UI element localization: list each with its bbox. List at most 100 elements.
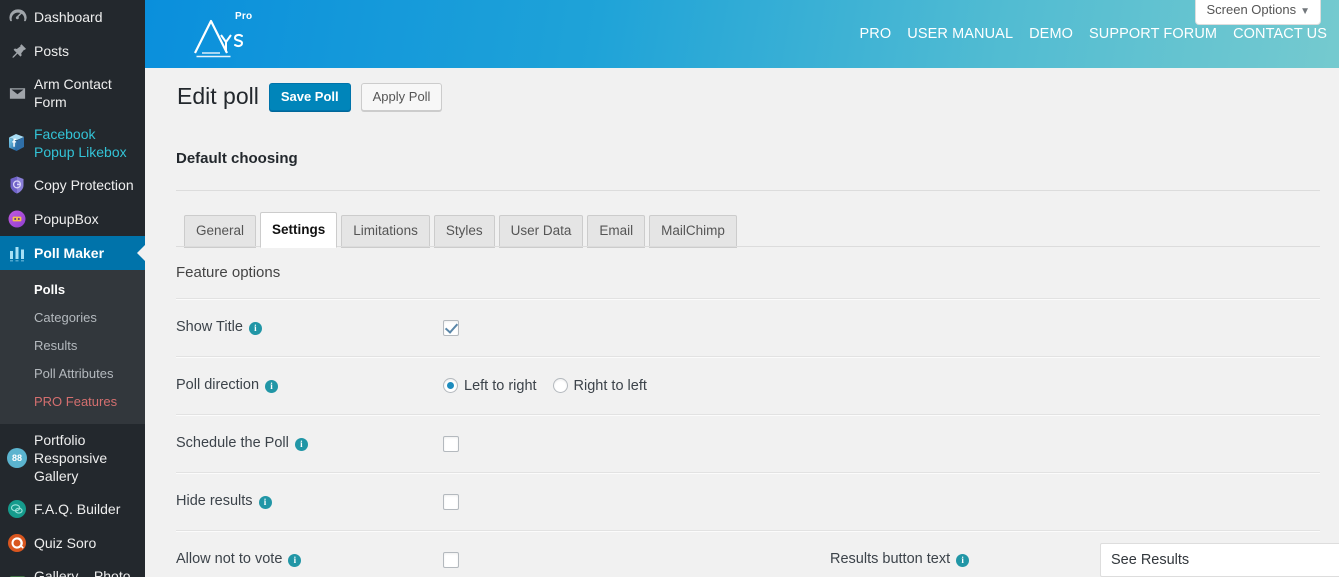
popupbox-icon <box>0 209 34 229</box>
banner-nav: PRO USER MANUAL DEMO SUPPORT FORUM CONTA… <box>860 26 1327 42</box>
sidebar-item-label: Poll Maker <box>34 245 105 261</box>
portfolio-icon: 88 <box>0 448 34 468</box>
heading-divider <box>176 190 1320 191</box>
option-row-schedule-poll: Schedule the Poll i <box>176 414 1320 472</box>
tab-email[interactable]: Email <box>587 215 646 248</box>
info-icon[interactable]: i <box>288 554 302 567</box>
option-row-allow-not-to-vote: Allow not to vote i Results button text … <box>176 530 1339 577</box>
submenu-item-pro-features[interactable]: PRO Features <box>0 388 145 416</box>
radio-right-to-left[interactable]: Right to left <box>552 377 647 394</box>
banner-nav-demo[interactable]: DEMO <box>1029 26 1073 42</box>
quiz-icon <box>0 533 34 553</box>
save-poll-button[interactable]: Save Poll <box>268 82 351 111</box>
results-button-text-input[interactable] <box>1100 543 1339 577</box>
logo-pro-badge: Pro <box>235 11 253 22</box>
sidebar-item-label: Gallery – Photo Gallery <box>34 568 131 577</box>
sidebar-item-quiz-soro[interactable]: Quiz Soro <box>0 526 145 560</box>
hide-results-checkbox[interactable] <box>443 493 459 510</box>
sidebar-item-popupbox[interactable]: PopupBox <box>0 202 145 236</box>
radio-left-to-right-label: Left to right <box>464 377 537 394</box>
poll-maker-submenu: Polls Categories Results Poll Attributes… <box>0 270 145 424</box>
allow-not-to-vote-checkbox[interactable] <box>443 551 459 568</box>
tab-settings[interactable]: Settings <box>260 212 338 248</box>
schedule-poll-label-wrap: Schedule the Poll i <box>176 434 443 453</box>
hide-results-control <box>443 493 634 510</box>
sidebar-item-posts[interactable]: Posts <box>0 34 145 68</box>
sidebar-item-label: Quiz Soro <box>34 535 97 551</box>
poll-direction-label: Poll direction <box>176 377 260 393</box>
portfolio-glyph: 88 <box>7 448 27 468</box>
tab-styles[interactable]: Styles <box>433 215 495 248</box>
radio-left-to-right[interactable]: Left to right <box>443 378 537 394</box>
ays-logo: Pro <box>189 11 263 58</box>
option-row-poll-direction: Poll direction i Left to right Right to … <box>176 356 1320 414</box>
allow-not-to-vote-control <box>443 551 634 568</box>
show-title-checkbox[interactable] <box>443 319 459 336</box>
main-content: Screen Options ▼ Pro PRO USER MANUAL DEMO… <box>145 0 1339 577</box>
allow-not-to-vote-label: Allow not to vote <box>176 551 283 567</box>
tab-general[interactable]: General <box>184 215 257 248</box>
banner-nav-pro[interactable]: PRO <box>860 26 892 42</box>
sidebar-item-label: Portfolio Responsive Gallery <box>34 432 108 484</box>
sidebar-item-label: Arm Contact Form <box>34 76 112 110</box>
admin-sidebar: Dashboard Posts Arm Contact Form Faceboo… <box>0 0 145 577</box>
option-row-hide-results: Hide results i <box>176 472 1320 530</box>
sidebar-item-faq-builder[interactable]: F.A.Q. Builder <box>0 492 145 526</box>
tab-user-data[interactable]: User Data <box>498 215 584 248</box>
screen-options-toggle[interactable]: Screen Options ▼ <box>1195 0 1321 25</box>
dashboard-icon <box>0 7 34 27</box>
facebook-icon <box>0 133 34 153</box>
submenu-item-results[interactable]: Results <box>0 332 145 360</box>
banner-nav-user-manual[interactable]: USER MANUAL <box>907 26 1013 42</box>
page-title: Edit poll <box>177 83 259 109</box>
envelope-icon <box>0 83 34 103</box>
info-icon[interactable]: i <box>265 380 279 393</box>
info-icon[interactable]: i <box>956 554 970 567</box>
info-icon[interactable]: i <box>258 496 272 509</box>
pin-icon <box>0 41 34 61</box>
sidebar-item-label: Facebook Popup Likebox <box>34 126 127 160</box>
submenu-item-poll-attributes[interactable]: Poll Attributes <box>0 360 145 388</box>
sidebar-item-dashboard[interactable]: Dashboard <box>0 0 145 34</box>
faq-icon <box>0 499 34 519</box>
show-title-label-wrap: Show Title i <box>176 318 443 337</box>
schedule-poll-control <box>443 435 634 452</box>
screen-options-label: Screen Options <box>1206 2 1297 17</box>
submenu-item-categories[interactable]: Categories <box>0 304 145 332</box>
option-row-show-title: Show Title i <box>176 298 1320 356</box>
radio-right-to-left-input[interactable] <box>552 378 568 393</box>
radio-right-to-left-label: Right to left <box>573 377 647 394</box>
info-icon[interactable]: i <box>294 438 308 451</box>
tab-limitations[interactable]: Limitations <box>341 215 430 248</box>
sidebar-item-poll-maker[interactable]: Poll Maker <box>0 236 145 270</box>
poll-direction-radio-group: Left to right Right to left <box>443 378 647 394</box>
radio-left-to-right-input[interactable] <box>443 378 458 393</box>
feature-options-heading: Feature options <box>176 264 281 281</box>
chevron-down-icon: ▼ <box>1300 6 1310 17</box>
schedule-poll-checkbox[interactable] <box>443 435 459 452</box>
sidebar-item-gallery-photo-gallery[interactable]: Gallery – Photo Gallery <box>0 560 145 577</box>
shield-icon <box>0 175 34 195</box>
banner-nav-contact-us[interactable]: CONTACT US <box>1233 26 1327 42</box>
apply-poll-button[interactable]: Apply Poll <box>360 82 443 111</box>
sidebar-item-copy-protection[interactable]: Copy Protection <box>0 168 145 202</box>
poll-direction-control: Left to right Right to left <box>443 378 647 394</box>
section-heading: Default choosing <box>176 150 298 167</box>
sidebar-item-label: Copy Protection <box>34 177 134 193</box>
banner-nav-support-forum[interactable]: SUPPORT FORUM <box>1089 26 1217 42</box>
tabs-divider <box>176 246 1320 247</box>
info-icon[interactable]: i <box>248 322 262 335</box>
submenu-item-polls[interactable]: Polls <box>0 276 145 304</box>
settings-tabs: General Settings Limitations Styles User… <box>184 212 741 248</box>
sidebar-item-arm-contact-form[interactable]: Arm Contact Form <box>0 68 145 118</box>
poll-direction-label-wrap: Poll direction i <box>176 376 443 395</box>
sidebar-item-portfolio-responsive-gallery[interactable]: 88 Portfolio Responsive Gallery <box>0 424 145 492</box>
options-table: Show Title i Poll direction i Left to ri… <box>176 298 1339 577</box>
sidebar-item-label: PopupBox <box>34 211 99 227</box>
allow-not-to-vote-label-wrap: Allow not to vote i <box>176 550 443 569</box>
page-title-row: Edit poll Save Poll Apply Poll <box>177 82 443 111</box>
tab-mailchimp[interactable]: MailChimp <box>649 215 737 248</box>
sidebar-item-facebook-popup-likebox[interactable]: Facebook Popup Likebox <box>0 118 145 168</box>
plugin-banner: Pro PRO USER MANUAL DEMO SUPPORT FORUM C… <box>145 0 1339 68</box>
hide-results-label-wrap: Hide results i <box>176 492 443 511</box>
